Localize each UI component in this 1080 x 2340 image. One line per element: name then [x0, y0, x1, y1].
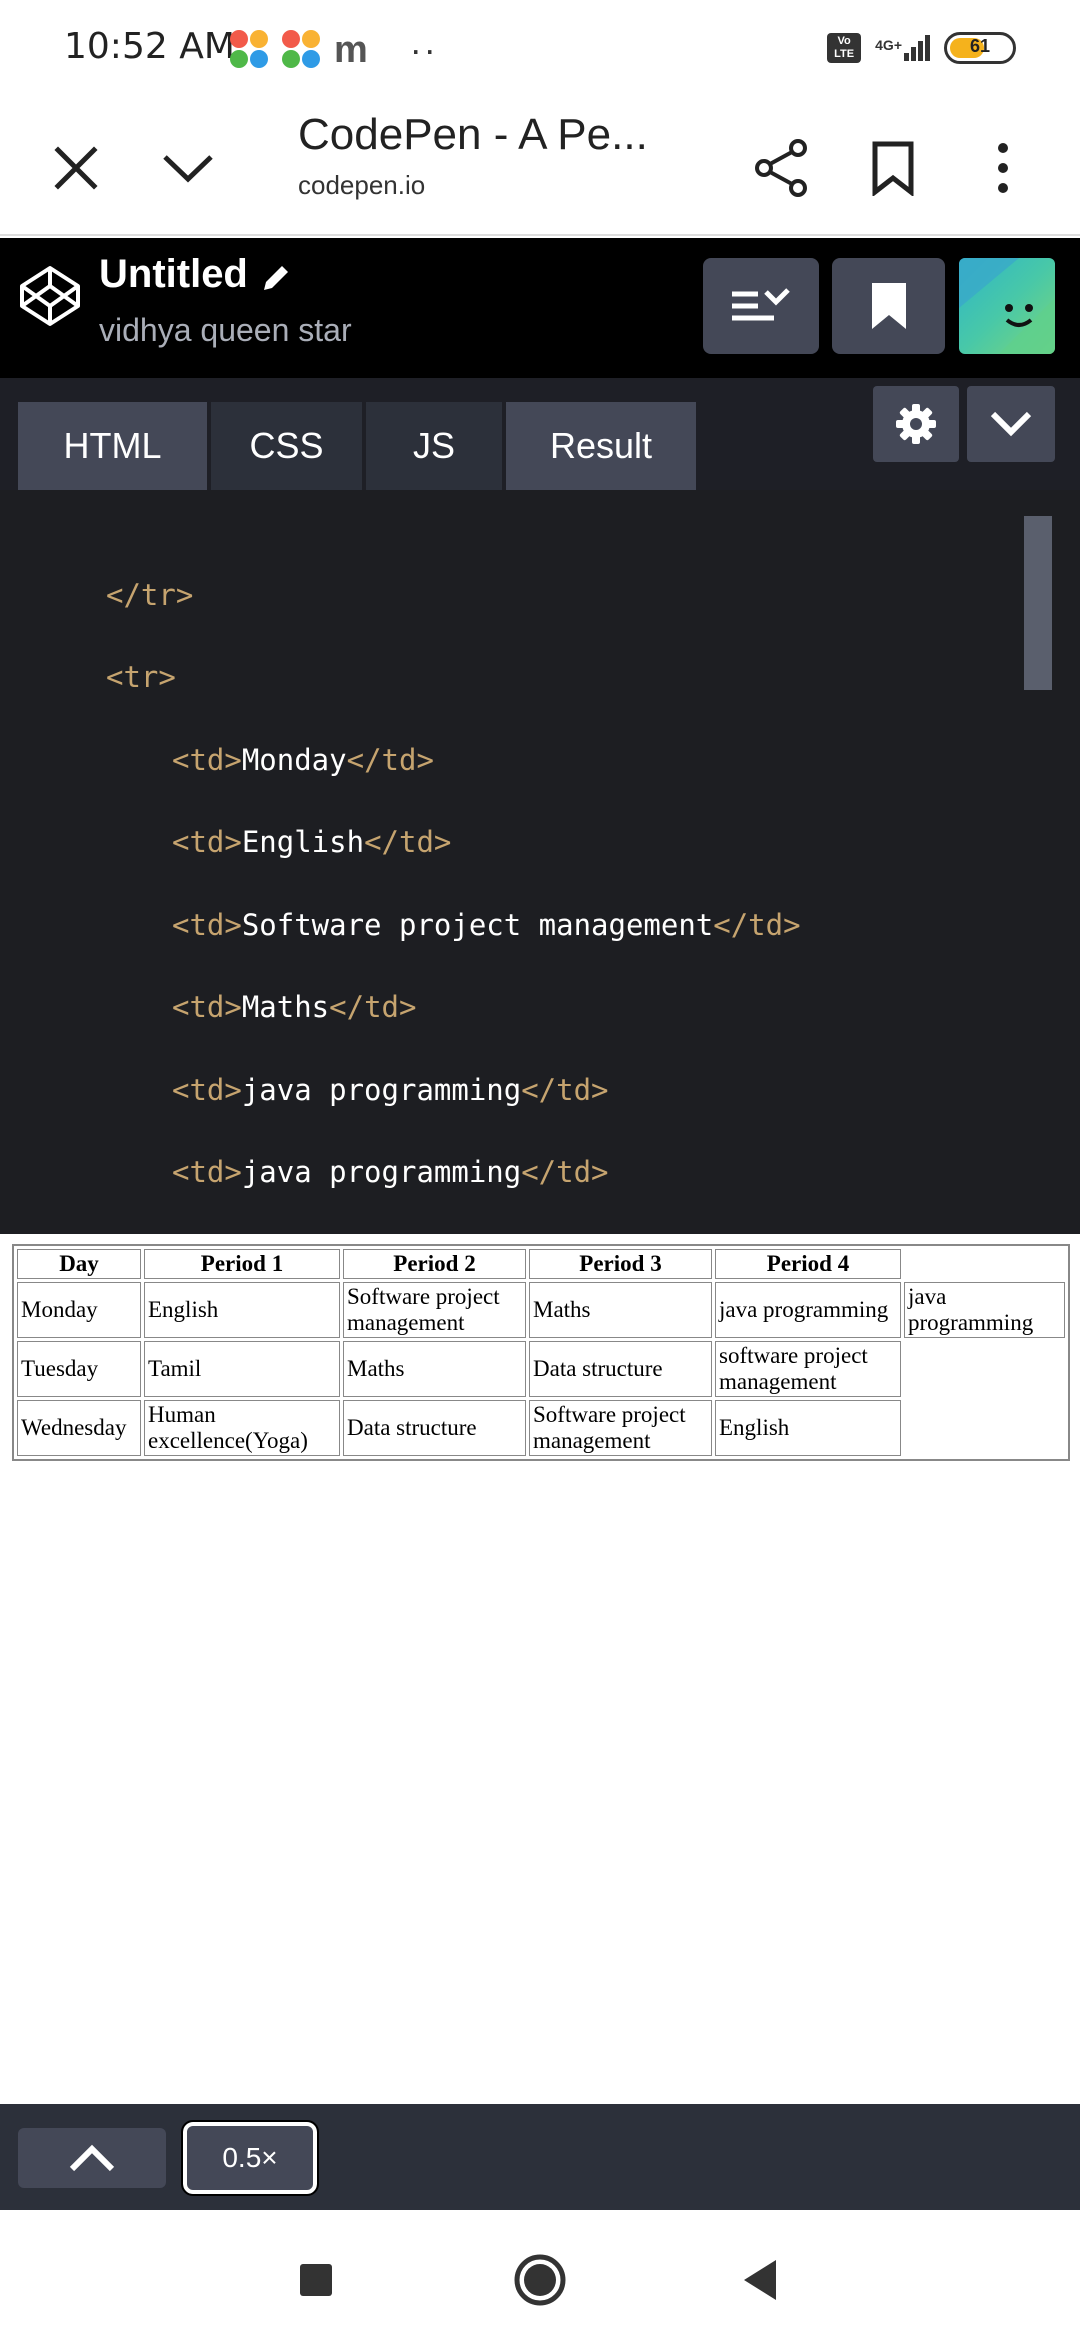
page-title: CodePen - A Pe... [298, 110, 648, 159]
status-bar: 10:52 AM m ·· Vo LTE 4G+ 61 [0, 0, 1080, 100]
m-app-icon: m [334, 29, 368, 71]
table-cell: Data structure [343, 1400, 526, 1456]
recents-icon [300, 2264, 332, 2296]
table-cell: software project management [715, 1341, 901, 1397]
more-menu-button[interactable] [963, 128, 1043, 208]
code-line: <td>Monday</td> [172, 743, 434, 777]
code-line: <td>Maths</td> [172, 990, 417, 1024]
timetable: Day Period 1 Period 2 Period 3 Period 4 … [12, 1244, 1070, 1461]
code-line: <td>java programming</td> [172, 1155, 609, 1189]
signal-icon: 4G+ [875, 35, 930, 61]
table-cell: Monday [17, 1282, 141, 1338]
table-cell: Wednesday [17, 1400, 141, 1456]
table-cell: Software project management [529, 1400, 712, 1456]
table-header: Period 1 [144, 1249, 340, 1279]
tab-css[interactable]: CSS [211, 402, 362, 490]
chevron-down-icon [163, 155, 213, 183]
tab-result[interactable]: Result [506, 402, 696, 490]
tab-html[interactable]: HTML [18, 402, 207, 490]
zoom-button[interactable]: 0.5× [181, 2120, 319, 2196]
table-cell: Maths [529, 1282, 712, 1338]
table-cell: Tamil [144, 1341, 340, 1397]
chevron-up-icon [69, 2144, 115, 2172]
bookmark-pen-button[interactable] [832, 258, 945, 354]
tab-js[interactable]: JS [366, 402, 502, 490]
table-cell: Human excellence(Yoga) [144, 1400, 340, 1456]
close-button[interactable] [36, 128, 116, 208]
table-cell: Software project management [343, 1282, 526, 1338]
more-notifications-icon: ·· [409, 29, 438, 70]
table-cell: Maths [343, 1341, 526, 1397]
bookmark-icon [872, 141, 914, 196]
table-row: Wednesday Human excellence(Yoga) Data st… [17, 1400, 1065, 1456]
table-cell: English [715, 1400, 901, 1456]
code-line: <td>java programming</td> [172, 1073, 609, 1107]
volte-icon: Vo LTE [827, 33, 862, 63]
code-line: </tr> [106, 578, 194, 612]
avatar[interactable] [959, 258, 1055, 354]
editor-collapse-button[interactable] [967, 386, 1055, 462]
result-preview: Day Period 1 Period 2 Period 3 Period 4 … [0, 1234, 1080, 2104]
gear-icon [896, 404, 936, 444]
table-header-empty [904, 1249, 1065, 1279]
table-header: Period 4 [715, 1249, 901, 1279]
home-icon [514, 2254, 566, 2306]
table-cell: Data structure [529, 1341, 712, 1397]
table-cell: java programming [904, 1282, 1065, 1338]
table-cell: English [144, 1282, 340, 1338]
close-icon [54, 146, 98, 190]
back-icon [744, 2260, 776, 2300]
bookmark-icon [871, 283, 906, 329]
browser-toolbar: CodePen - A Pe... codepen.io [0, 100, 1080, 236]
codepen-logo-icon[interactable] [18, 264, 82, 328]
edit-pencil-icon[interactable] [258, 260, 294, 296]
system-nav-bar [0, 2210, 1080, 2340]
code-editor[interactable]: </tr> <tr> <td>Monday</td> <td>English</… [0, 490, 1080, 1234]
pen-author[interactable]: vidhya queen star [99, 312, 352, 349]
table-cell: java programming [715, 1282, 901, 1338]
table-row: Monday English Software project manageme… [17, 1282, 1065, 1338]
table-row: Tuesday Tamil Maths Data structure softw… [17, 1341, 1065, 1397]
petal-app-icon [230, 30, 270, 70]
home-button[interactable] [500, 2240, 580, 2320]
minimize-button[interactable] [148, 128, 228, 208]
battery-icon: 61 [944, 32, 1016, 64]
bookmark-button[interactable] [853, 128, 933, 208]
table-header: Day [17, 1249, 141, 1279]
change-view-icon [732, 288, 790, 321]
network-type-label: 4G+ [875, 37, 902, 53]
avatar-image [959, 258, 1055, 354]
table-header-row: Day Period 1 Period 2 Period 3 Period 4 [17, 1249, 1065, 1279]
status-time: 10:52 AM [64, 26, 235, 67]
editor-tab-bar: HTML CSS JS Result [0, 378, 1080, 490]
more-vert-icon [998, 143, 1008, 193]
code-line: <td>Software project management</td> [172, 908, 801, 942]
share-button[interactable] [742, 128, 822, 208]
table-header: Period 2 [343, 1249, 526, 1279]
code-line: <td>English</td> [172, 825, 452, 859]
notification-icons: m ·· [230, 30, 438, 70]
chevron-down-icon [990, 411, 1032, 437]
battery-percent: 61 [969, 36, 991, 56]
change-view-button[interactable] [703, 258, 819, 354]
petal-app-icon [282, 30, 322, 70]
code-scrollbar[interactable] [1024, 516, 1052, 690]
recents-button[interactable] [276, 2240, 356, 2320]
share-icon [755, 139, 807, 197]
pen-title[interactable]: Untitled [99, 252, 248, 297]
status-indicators: Vo LTE 4G+ 61 [827, 32, 1016, 64]
code-line: <tr> [106, 660, 176, 694]
codepen-header: Untitled vidhya queen star [0, 238, 1080, 378]
codepen-footer-bar: 0.5× [0, 2104, 1080, 2210]
back-button[interactable] [720, 2240, 800, 2320]
editor-settings-button[interactable] [873, 386, 959, 462]
table-cell: Tuesday [17, 1341, 141, 1397]
page-url: codepen.io [298, 170, 426, 200]
table-header: Period 3 [529, 1249, 712, 1279]
expand-up-button[interactable] [18, 2128, 166, 2188]
